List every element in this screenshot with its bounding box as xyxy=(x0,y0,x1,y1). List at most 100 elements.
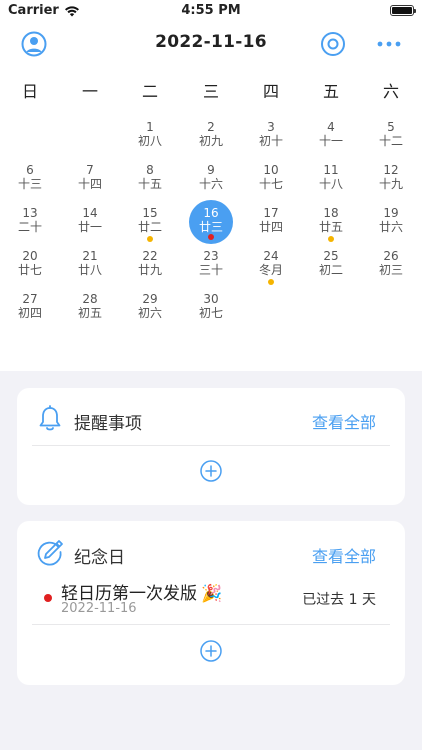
bell-icon xyxy=(39,405,61,431)
status-time: 4:55 PM xyxy=(181,3,241,18)
calendar-day[interactable]: 15 廿二 xyxy=(120,201,180,244)
day-number: 22 xyxy=(142,249,158,263)
calendar-day[interactable]: 30 初七 xyxy=(181,287,241,330)
add-reminder-button[interactable] xyxy=(200,460,222,482)
more-dots-icon xyxy=(377,41,401,47)
calendar-day[interactable]: 27 初四 xyxy=(0,287,60,330)
calendar-day[interactable]: 16 廿三 xyxy=(181,200,241,244)
nav-bar: 2022-11-16 xyxy=(0,22,422,66)
lunar-date: 十一 xyxy=(318,134,343,148)
reminders-title: 提醒事项 xyxy=(74,414,142,434)
calendar-day[interactable]: 8 十五 xyxy=(120,158,180,201)
event-dot xyxy=(268,279,274,285)
lunar-date: 廿八 xyxy=(77,263,102,277)
nav-date-title[interactable]: 2022-11-16 xyxy=(0,32,422,52)
month-calendar: 日 一 二 三 四 五 六 1 初八 2 初九 3 初十 4 十一 5 十二 6 十三 7 十四 8 十五 9 十… xyxy=(0,66,422,371)
lunar-date: 十七 xyxy=(258,177,283,191)
divider xyxy=(32,624,390,625)
day-number: 23 xyxy=(203,249,219,263)
weekday-label: 三 xyxy=(202,82,219,101)
day-number: 30 xyxy=(203,292,219,306)
lunar-date: 廿五 xyxy=(318,220,343,234)
lunar-date: 十九 xyxy=(378,177,403,191)
day-number: 27 xyxy=(22,292,38,306)
calendar-day[interactable]: 2 初九 xyxy=(181,115,241,158)
calendar-day[interactable]: 5 十二 xyxy=(361,115,421,158)
calendar-day[interactable]: 14 廿一 xyxy=(60,201,120,244)
calendar-day[interactable]: 7 十四 xyxy=(60,158,120,201)
event-dot xyxy=(208,234,214,240)
anniversary-item-status: 已过去 1 天 xyxy=(302,592,376,608)
calendar-day[interactable]: 6 十三 xyxy=(0,158,60,201)
lunar-date: 廿六 xyxy=(378,220,403,234)
calendar-day[interactable]: 17 廿四 xyxy=(241,201,301,244)
weekday-label: 日 xyxy=(21,82,38,101)
calendar-day[interactable]: 11 十八 xyxy=(301,158,361,201)
calendar-day[interactable]: 18 廿五 xyxy=(301,201,361,244)
event-dot xyxy=(147,236,153,242)
target-today-icon xyxy=(321,32,345,56)
lunar-date: 初十 xyxy=(258,134,283,148)
day-number: 15 xyxy=(142,206,158,220)
calendar-day[interactable]: 26 初三 xyxy=(361,244,421,287)
calendar-day[interactable]: 28 初五 xyxy=(60,287,120,330)
lunar-date: 初六 xyxy=(137,306,162,320)
lunar-date: 十六 xyxy=(198,177,223,191)
calendar-day[interactable]: 10 十七 xyxy=(241,158,301,201)
lunar-date: 廿九 xyxy=(137,263,162,277)
day-number: 5 xyxy=(387,120,395,134)
lunar-date: 初七 xyxy=(198,306,223,320)
status-bar: Carrier 4:55 PM xyxy=(0,0,422,22)
lunar-date: 廿二 xyxy=(137,220,162,234)
anniversaries-view-all-link[interactable]: 查看全部 xyxy=(312,543,376,567)
event-dot xyxy=(328,236,334,242)
more-button[interactable] xyxy=(376,31,402,57)
day-number: 1 xyxy=(146,120,154,134)
lunar-date: 十八 xyxy=(318,177,343,191)
weekday-label: 四 xyxy=(262,82,279,101)
calendar-day[interactable]: 3 初十 xyxy=(241,115,301,158)
calendar-day[interactable]: 21 廿八 xyxy=(60,244,120,287)
calendar-day[interactable]: 24 冬月 xyxy=(241,244,301,287)
calendar-day[interactable]: 20 廿七 xyxy=(0,244,60,287)
anniversary-item[interactable]: 轻日历第一次发版 🎉 2022-11-16 已过去 1 天 xyxy=(17,576,405,624)
anniversary-item-date: 2022-11-16 xyxy=(61,601,137,616)
reminders-card: 提醒事项 查看全部 xyxy=(17,388,405,505)
calendar-day[interactable]: 22 廿九 xyxy=(120,244,180,287)
calendar-day[interactable]: 25 初二 xyxy=(301,244,361,287)
day-number: 7 xyxy=(86,163,94,177)
day-number: 2 xyxy=(207,120,215,134)
calendar-day[interactable]: 23 三十 xyxy=(181,244,241,287)
day-number: 17 xyxy=(263,206,279,220)
day-number: 21 xyxy=(82,249,98,263)
day-number: 11 xyxy=(323,163,339,177)
calendar-day[interactable]: 29 初六 xyxy=(120,287,180,330)
pen-circle-icon xyxy=(37,540,63,566)
lunar-date: 十五 xyxy=(137,177,162,191)
day-number: 6 xyxy=(26,163,34,177)
day-number: 10 xyxy=(263,163,279,177)
lunar-date: 初四 xyxy=(17,306,42,320)
lunar-date: 十二 xyxy=(378,134,403,148)
lunar-date: 廿七 xyxy=(17,263,42,277)
day-number: 24 xyxy=(263,249,279,263)
day-number: 19 xyxy=(383,206,399,220)
day-number: 20 xyxy=(22,249,38,263)
lunar-date: 三十 xyxy=(198,263,223,277)
today-button[interactable] xyxy=(320,31,346,57)
reminders-view-all-link[interactable]: 查看全部 xyxy=(312,409,376,433)
add-anniversary-button[interactable] xyxy=(200,640,222,662)
day-number: 8 xyxy=(146,163,154,177)
weekday-label: 六 xyxy=(382,82,399,101)
calendar-day[interactable]: 12 十九 xyxy=(361,158,421,201)
lunar-date: 廿四 xyxy=(258,220,283,234)
calendar-day[interactable]: 9 十六 xyxy=(181,158,241,201)
party-popper-icon: 🎉 xyxy=(201,584,223,604)
weekday-header: 日 一 二 三 四 五 六 xyxy=(0,78,422,101)
calendar-day[interactable]: 13 二十 xyxy=(0,201,60,244)
calendar-day[interactable]: 4 十一 xyxy=(301,115,361,158)
calendar-day[interactable]: 19 廿六 xyxy=(361,201,421,244)
anniversaries-title: 纪念日 xyxy=(74,548,125,568)
day-number: 9 xyxy=(207,163,215,177)
calendar-day[interactable]: 1 初八 xyxy=(120,115,180,158)
